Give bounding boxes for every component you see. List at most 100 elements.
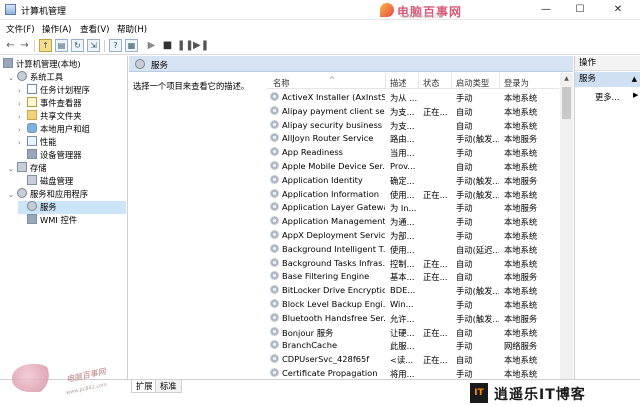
- table-row[interactable]: CDPUserSvc_428f65f <读... 正在... 自动 本地系统: [267, 352, 559, 366]
- table-row[interactable]: Alipay security business s... 为支... 自动 本地系统: [267, 118, 559, 132]
- table-row[interactable]: Application Identity 确定... 手动(触发... 本地服务: [267, 173, 559, 187]
- service-logon: 本地服务: [504, 134, 538, 145]
- column-logon-as[interactable]: 登录为: [504, 77, 529, 89]
- column-divider[interactable]: [499, 73, 500, 89]
- table-row[interactable]: Application Management 为通... 手动 本地系统: [267, 214, 559, 228]
- restart-service-icon[interactable]: ▶❚: [193, 39, 209, 52]
- tree-performance[interactable]: › 性能: [18, 136, 57, 149]
- table-row[interactable]: ActiveX Installer (AxInstSV) 为从 ... 手动 本地系统: [267, 90, 559, 104]
- actions-pane: 操作 服务 ▲ 更多... ▶: [574, 56, 640, 379]
- service-description: 为从 ...: [390, 93, 418, 103]
- services-panel-header: 服务: [129, 56, 573, 72]
- help-icon[interactable]: ▦: [125, 39, 138, 52]
- service-startup-type: 手动: [456, 148, 473, 159]
- table-row[interactable]: Bonjour 服务 让硬... 正在... 自动 本地系统: [267, 325, 559, 339]
- menu-view[interactable]: 查看(V): [80, 23, 109, 35]
- show-hide-tree-icon[interactable]: ▤: [55, 39, 68, 52]
- computer-icon: [3, 58, 13, 68]
- collapse-arrow-icon[interactable]: ⌄: [8, 72, 17, 85]
- maximize-button[interactable]: ☐: [566, 0, 594, 20]
- description-text: 选择一个项目来查看它的描述。: [133, 81, 250, 91]
- column-status[interactable]: 状态: [423, 77, 440, 89]
- table-row[interactable]: BranchCache 此服... 手动 网络服务: [267, 338, 559, 352]
- service-name: Bluetooth Handsfree Ser...: [282, 312, 385, 323]
- menu-file[interactable]: 文件(F): [6, 23, 35, 35]
- properties-icon[interactable]: ?: [109, 39, 122, 52]
- table-row[interactable]: App Readiness 当用... 手动 本地系统: [267, 145, 559, 159]
- service-logon: 本地服务: [504, 313, 538, 324]
- table-row[interactable]: Application Information 使用... 正在... 手动(触发..…: [267, 187, 559, 201]
- tree-task-scheduler[interactable]: › 任务计划程序: [18, 84, 90, 97]
- table-row[interactable]: Base Filtering Engine 基本... 正在... 自动 本地服务: [267, 269, 559, 283]
- export-icon[interactable]: ⇲: [87, 39, 100, 52]
- service-gear-icon: [270, 340, 279, 350]
- column-description[interactable]: 描述: [390, 77, 407, 89]
- service-startup-type: 手动: [456, 231, 473, 241]
- service-gear-icon: [270, 257, 279, 267]
- tree-storage[interactable]: ⌄ 存储: [8, 162, 47, 175]
- scrollbar-thumb[interactable]: [562, 87, 571, 119]
- tree-root[interactable]: 计算机管理(本地): [3, 58, 81, 71]
- scroll-up-icon[interactable]: ▲: [560, 73, 573, 85]
- stop-service-icon[interactable]: ■: [161, 39, 174, 52]
- tab-extended[interactable]: 扩展: [131, 380, 158, 393]
- collapse-arrow-icon[interactable]: ⌄: [8, 163, 17, 176]
- table-row[interactable]: Certificate Propagation 将用... 手动 本地系统: [267, 366, 559, 379]
- up-folder-icon[interactable]: ↑: [39, 39, 52, 52]
- pause-service-icon[interactable]: ❚❚: [177, 39, 194, 52]
- service-description: 为支...: [390, 106, 415, 117]
- tab-standard[interactable]: 标准: [155, 380, 182, 393]
- close-button[interactable]: ✕: [604, 0, 632, 20]
- table-header: 名称 ^ 描述 状态 启动类型 登录为: [267, 73, 559, 89]
- collapse-arrow-icon[interactable]: ⌄: [8, 189, 17, 202]
- column-startup-type[interactable]: 启动类型: [456, 77, 489, 89]
- column-divider[interactable]: [418, 73, 419, 89]
- column-divider[interactable]: [385, 73, 386, 89]
- service-description: 为通...: [390, 217, 415, 228]
- table-row[interactable]: Background Tasks Infras... 控制... 正在... 自动 本地…: [267, 256, 559, 270]
- tree-label: 服务: [40, 202, 57, 212]
- forward-icon[interactable]: →: [18, 39, 31, 52]
- table-row[interactable]: BitLocker Drive Encryptio... BDE... 手动(触发.…: [267, 283, 559, 297]
- tree-wmi[interactable]: WMI 控件: [27, 214, 77, 227]
- tree-system-tools[interactable]: ⌄ 系统工具: [8, 71, 63, 84]
- service-logon: 本地系统: [504, 355, 538, 366]
- expand-arrow-icon[interactable]: ›: [18, 137, 27, 150]
- start-service-icon[interactable]: ▶: [145, 39, 158, 52]
- table-row[interactable]: Application Layer Gatewa... 为 In... 手动 本地服务: [267, 200, 559, 214]
- service-startup-type: 手动(触发...: [456, 286, 499, 297]
- table-row[interactable]: Bluetooth Handsfree Ser... 允许... 手动(触发... 本…: [267, 311, 559, 325]
- actions-section-services[interactable]: 服务 ▲: [575, 72, 640, 87]
- collapse-caret-icon[interactable]: ▲: [632, 72, 637, 87]
- table-row[interactable]: AppX Deployment Servic... 为部... 手动 本地系统: [267, 228, 559, 242]
- tree-label: WMI 控件: [40, 215, 78, 225]
- menu-action[interactable]: 操作(A): [42, 23, 71, 35]
- tree-services-apps[interactable]: ⌄ 服务和应用程序: [8, 188, 88, 201]
- table-row[interactable]: Block Level Backup Engi... Win... 手动 本地系统: [267, 297, 559, 311]
- tree-services[interactable]: 服务: [18, 201, 126, 214]
- tree-event-viewer[interactable]: › 事件查看器: [18, 97, 82, 110]
- service-startup-type: 自动: [456, 106, 473, 117]
- submenu-arrow-icon: ▶: [633, 91, 639, 99]
- table-row[interactable]: AllJoyn Router Service 路由... 手动(触发... 本地服务: [267, 131, 559, 145]
- tree-local-users[interactable]: › 本地用户和组: [18, 123, 90, 136]
- menu-help[interactable]: 帮助(H): [117, 23, 147, 35]
- actions-section-label: 服务: [579, 74, 597, 84]
- table-row[interactable]: Background Intelligent T... 使用... 自动(延迟...…: [267, 242, 559, 256]
- tree-label: 磁盘管理: [40, 176, 74, 186]
- service-logon: 本地系统: [504, 148, 538, 159]
- tree-shared-folders[interactable]: › 共享文件夹: [18, 110, 82, 123]
- tree-disk-management[interactable]: 磁盘管理: [27, 175, 73, 188]
- vertical-scrollbar[interactable]: ▲: [560, 73, 573, 379]
- table-row[interactable]: Alipay payment client sec... 为支... 正在... 自动…: [267, 104, 559, 118]
- refresh-icon[interactable]: ↻: [71, 39, 84, 52]
- back-icon[interactable]: ←: [4, 39, 17, 52]
- more-actions-link[interactable]: 更多... ▶: [595, 91, 638, 103]
- service-gear-icon: [270, 326, 279, 336]
- column-name[interactable]: 名称 ^: [273, 76, 335, 89]
- tree-device-manager[interactable]: 设备管理器: [27, 149, 82, 162]
- minimize-button[interactable]: —: [532, 0, 560, 20]
- table-row[interactable]: Apple Mobile Device Ser... Prov... 自动 本地系统: [267, 159, 559, 173]
- column-divider[interactable]: [451, 73, 452, 89]
- service-gear-icon: [270, 299, 279, 308]
